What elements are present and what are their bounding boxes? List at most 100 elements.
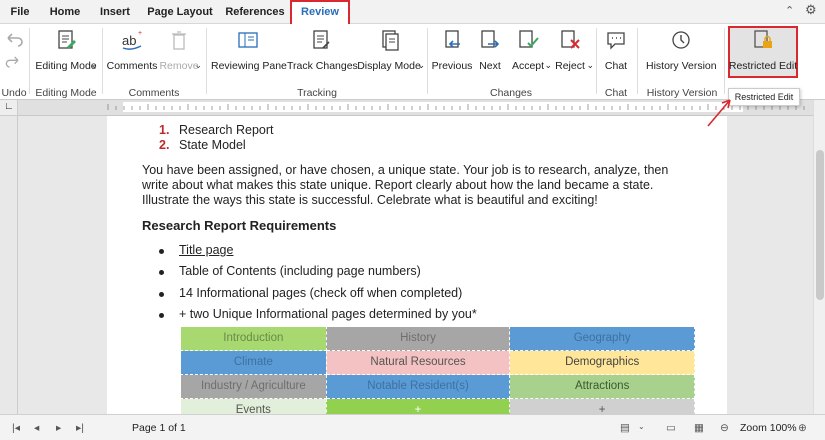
collapse-ribbon-icon[interactable]: ⌃ — [785, 4, 794, 17]
vertical-ruler[interactable] — [0, 116, 18, 414]
chevron-down-icon: ⌄ — [194, 60, 202, 70]
bullet-text: 14 Informational pages (check off when c… — [179, 286, 463, 300]
table-row: Industry / Agriculture Notable Resident(s… — [180, 374, 695, 399]
table-cell[interactable]: Demographics — [509, 350, 695, 375]
menu-bar: File Home Insert Page Layout References … — [0, 0, 825, 25]
separator — [206, 28, 207, 94]
track-changes-button[interactable]: Track Changes — [287, 24, 358, 86]
ruler-ticks — [107, 104, 805, 110]
status-bar: |◂ ◂ ▸ ▸| Page 1 of 1 ▤ ⌄ ▭ ▦ ⊖ Zoom 100… — [0, 414, 825, 440]
next-page-icon[interactable]: ▸ — [56, 422, 61, 434]
separator — [596, 28, 597, 94]
separator — [29, 28, 30, 94]
menu-references[interactable]: References — [224, 0, 286, 24]
separator — [724, 28, 725, 94]
chevron-down-icon: ⌄ — [417, 60, 425, 70]
reject-label: Reject — [555, 60, 585, 72]
restricted-edit-lock-icon — [754, 30, 772, 48]
history-clock-icon — [672, 31, 690, 49]
zoom-in-icon[interactable]: ⊕ — [798, 422, 807, 434]
section-heading: Research Report Requirements — [142, 218, 337, 233]
redo-button[interactable] — [2, 50, 24, 74]
table-cell[interactable]: Natural Resources — [325, 350, 511, 375]
previous-change-button[interactable]: Previous — [430, 24, 474, 86]
zoom-out-icon[interactable]: ⊖ — [720, 422, 729, 434]
list-item-text: State Model — [179, 138, 246, 152]
table-cell[interactable]: + — [325, 398, 511, 414]
scrollbar-thumb[interactable] — [816, 150, 824, 300]
table-cell[interactable]: Events — [180, 398, 327, 414]
previous-change-icon — [445, 30, 460, 48]
tab-stop-icon: ∟ — [4, 101, 14, 112]
web-view-icon[interactable]: ▦ — [694, 422, 704, 434]
first-page-icon[interactable]: |◂ — [12, 422, 20, 434]
chevron-down-icon[interactable]: ⌄ — [638, 422, 645, 431]
table-cell[interactable]: Introduction — [180, 326, 327, 351]
ruler-corner[interactable]: ∟ — [0, 100, 18, 116]
table-cell[interactable]: + — [509, 398, 695, 414]
comments-button[interactable]: ab + Comments — [106, 24, 158, 86]
bullet-text: Title page — [179, 243, 234, 257]
chevron-down-icon: ⌄ — [586, 60, 594, 70]
bullet-dot — [159, 313, 164, 318]
edit-document-icon — [58, 30, 76, 49]
table-cell[interactable]: Geography — [509, 326, 695, 351]
accept-button[interactable]: Accept ⌄ — [508, 24, 552, 86]
svg-text:+: + — [138, 30, 142, 37]
settings-gear-icon[interactable]: ⚙ — [805, 2, 817, 18]
page-indicator: Page 1 of 1 — [132, 422, 186, 434]
previous-page-icon[interactable]: ◂ — [34, 422, 39, 434]
restricted-edit-button[interactable]: Restricted Edit — [728, 24, 798, 86]
redo-icon — [5, 56, 19, 68]
remove-button[interactable]: Remove ⌄ — [158, 24, 202, 86]
separator — [102, 28, 103, 94]
undo-icon — [7, 33, 23, 47]
list-item-text: Research Report — [179, 123, 274, 137]
table-cell[interactable]: Industry / Agriculture — [180, 374, 327, 399]
horizontal-ruler[interactable] — [18, 100, 813, 116]
last-page-icon[interactable]: ▸| — [76, 422, 84, 434]
history-version-label: History Version — [646, 60, 717, 72]
page-margin-right — [727, 116, 813, 414]
menu-home[interactable]: Home — [44, 0, 86, 24]
comments-label: Comments — [106, 60, 158, 72]
page-view-icon[interactable]: ▭ — [666, 422, 676, 434]
proofing-icon[interactable]: ▤ — [620, 422, 630, 434]
restricted-edit-label: Restricted Edit — [728, 60, 798, 72]
trash-icon — [172, 31, 186, 50]
group-label-chat: Chat — [604, 87, 628, 99]
reject-button[interactable]: Reject ⌄ — [550, 24, 594, 86]
zoom-level[interactable]: Zoom 100% — [740, 422, 797, 434]
next-change-icon — [481, 30, 500, 48]
next-change-button[interactable]: Next — [474, 24, 506, 86]
display-mode-button[interactable]: Display Mode ⌄ — [357, 24, 425, 86]
vertical-scrollbar[interactable] — [813, 100, 825, 414]
table-cell[interactable]: Climate — [180, 350, 327, 375]
bullet-text: + two Unique Informational pages determi… — [179, 307, 477, 321]
group-label-changes: Changes — [489, 87, 533, 99]
editing-mode-button[interactable]: Editing Mode ⌄ — [32, 24, 100, 86]
separator — [427, 28, 428, 94]
menu-review[interactable]: Review — [290, 0, 350, 25]
table-cell[interactable]: Attractions — [509, 374, 695, 399]
chevron-down-icon: ⌄ — [90, 60, 98, 70]
reject-x-icon — [561, 30, 580, 49]
history-version-button[interactable]: History Version — [646, 24, 717, 86]
table-cell[interactable]: History — [325, 326, 511, 351]
next-label: Next — [479, 60, 501, 72]
menu-file[interactable]: File — [4, 0, 36, 24]
reviewing-pane-label: Reviewing Pane — [211, 60, 287, 72]
chat-button[interactable]: Chat — [600, 24, 632, 86]
list-number: 1. — [159, 123, 170, 137]
reviewing-pane-button[interactable]: Reviewing Pane — [211, 24, 287, 86]
previous-label: Previous — [431, 60, 473, 72]
menu-page-layout[interactable]: Page Layout — [144, 0, 216, 24]
menu-insert[interactable]: Insert — [94, 0, 136, 24]
accept-label: Accept — [511, 60, 545, 72]
accept-check-icon — [519, 30, 539, 48]
group-label-editing: Editing Mode — [35, 87, 97, 99]
topics-table[interactable]: Introduction History Geography Climate Natur… — [180, 326, 695, 414]
table-cell[interactable]: Notable Resident(s) — [325, 374, 511, 399]
bullet-dot — [159, 270, 164, 275]
document-page[interactable]: 1. Research Report 2. State Model You ha… — [107, 116, 727, 414]
